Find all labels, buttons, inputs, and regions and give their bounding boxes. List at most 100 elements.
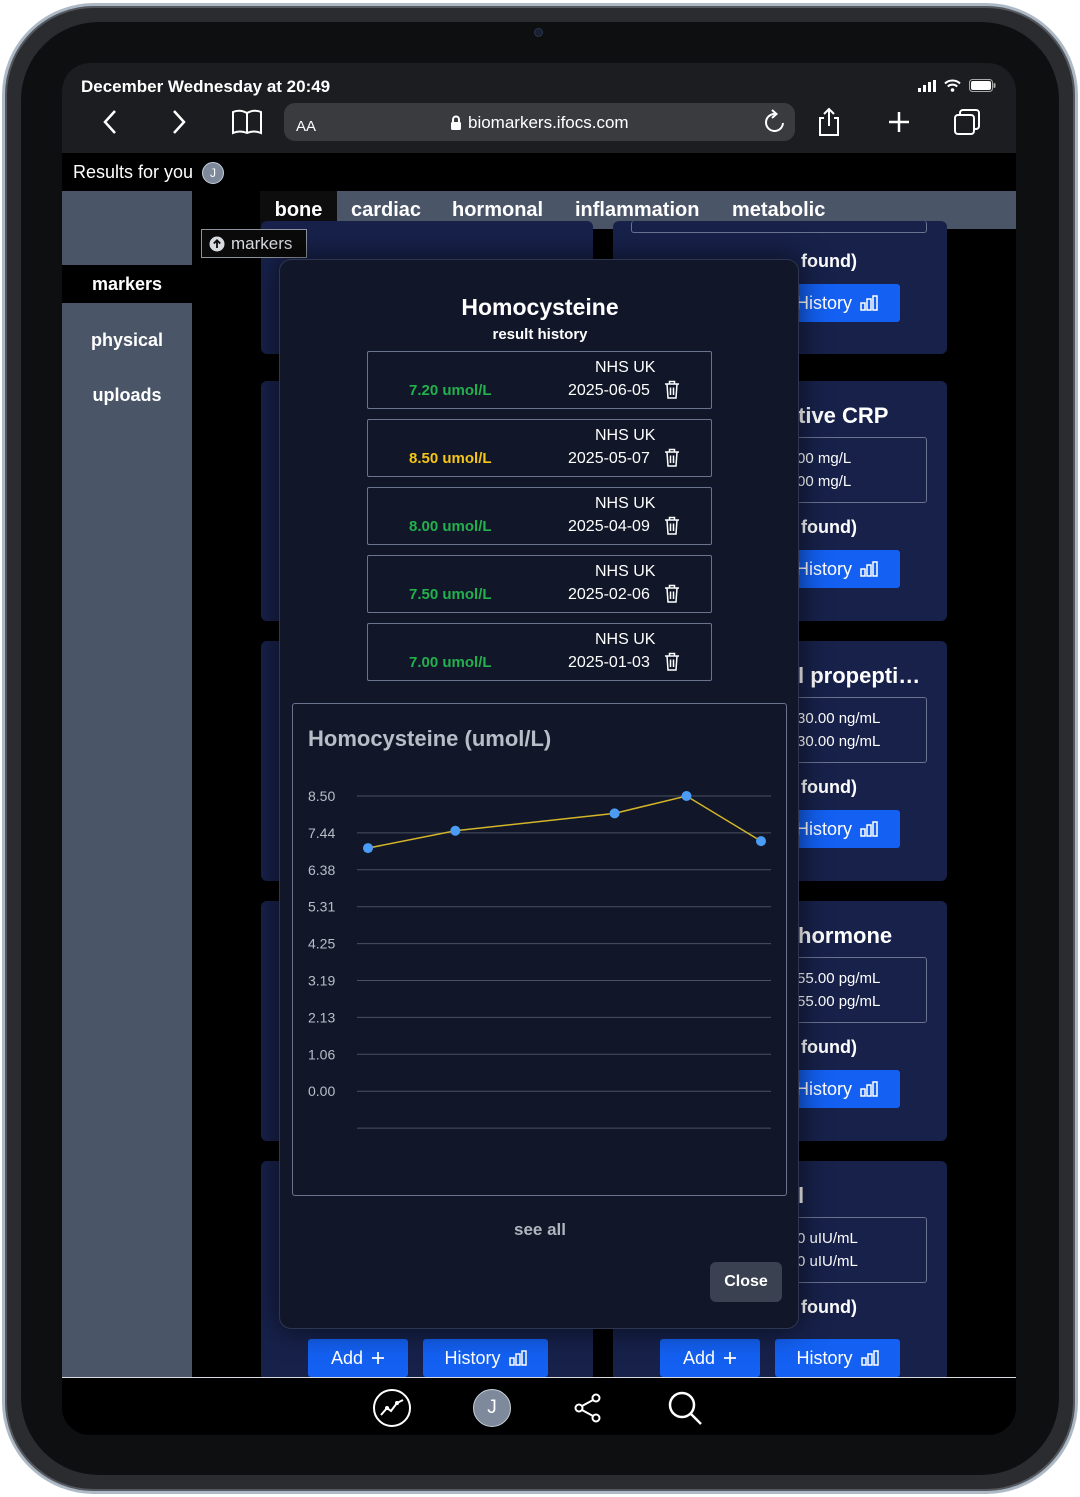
marker-title: tive CRP [798,403,889,428]
profile-button[interactable]: J [472,1388,512,1428]
result-line: 55.00 pg/mL [797,970,881,987]
history-entry: NHS UK 8.00 umol/L 2025-04-09 [367,487,712,545]
marker-title: hormone [798,923,893,948]
close-button[interactable]: Close [710,1262,782,1302]
trash-icon [665,380,679,399]
history-modal: Homocysteine result history NHS UK 7.20 … [279,259,799,1329]
history-label: History [795,818,852,839]
reload-button[interactable] [763,109,787,140]
chevron-right-icon [173,110,186,134]
sidebar: markers physical uploads [62,191,192,1377]
entry-source: NHS UK [595,359,656,376]
data-point[interactable] [681,791,692,801]
y-tick-label: 3.19 [308,973,335,989]
add-button[interactable]: Add [308,1339,408,1377]
y-tick-label: 8.50 [308,788,335,804]
results-header: Results for you J [62,153,1016,191]
bar-chart-icon [860,295,878,311]
delete-entry-button[interactable] [664,516,680,540]
data-point[interactable] [450,825,461,836]
status-time: December Wednesday at 20:49 [81,77,331,96]
y-tick-label: 1.06 [308,1046,335,1062]
history-button[interactable]: History [423,1339,548,1377]
series-line [367,795,762,849]
trash-icon [665,584,679,603]
y-tick-label: 7.44 [308,825,335,841]
see-all-link[interactable]: see all [280,1220,800,1240]
y-tick-label: 0.00 [308,1083,335,1099]
y-tick-label: 4.25 [308,936,335,952]
trends-button[interactable] [372,1388,412,1428]
url-display[interactable]: biomarkers.ifocs.com [450,113,629,133]
bar-chart-icon [860,1081,878,1097]
sidebar-item-physical[interactable]: physical [62,321,192,359]
trash-icon [665,448,679,467]
cellular-signal-icon [918,79,936,92]
markers-scroll-up-button[interactable]: markers [201,229,307,258]
back-button[interactable] [93,105,127,139]
bar-chart-icon [860,1350,879,1366]
history-label: History [795,1078,852,1099]
marker-title: l propepti… [798,663,921,688]
sidebar-item-markers[interactable]: markers [62,265,192,303]
trend-chart-icon [373,1389,411,1427]
delete-entry-button[interactable] [664,584,680,608]
bottom-nav: J [62,1377,1016,1435]
search-button[interactable] [665,1388,705,1428]
history-button[interactable]: History [775,1339,900,1377]
status-icons [918,79,996,92]
delete-entry-button[interactable] [664,448,680,472]
browser-toolbar: AA biomarkers.ifocs.com [62,97,1016,153]
battery-icon [969,79,996,92]
address-bar[interactable]: AA biomarkers.ifocs.com [284,103,795,141]
share-icon [819,107,839,136]
add-label: Add [682,1347,716,1368]
data-point[interactable] [609,808,620,819]
tabs-button[interactable] [950,105,984,139]
entry-date: 2025-02-06 [568,586,650,603]
share-results-button[interactable] [568,1388,608,1428]
trash-icon [665,516,679,535]
reload-icon [765,109,784,132]
trash-icon [665,652,679,671]
entry-value: 7.20 umol/L [409,382,492,399]
share-nodes-icon [574,1393,601,1423]
entry-value: 8.50 umol/L [409,450,492,467]
entry-date: 2025-06-05 [568,382,650,399]
delete-entry-button[interactable] [664,380,680,404]
add-button[interactable]: Add [660,1339,760,1377]
result-box [631,221,927,233]
new-tab-button[interactable] [882,105,916,139]
book-icon [232,109,262,135]
sidebar-item-uploads[interactable]: uploads [62,376,192,414]
found-count: found) [801,1037,857,1057]
entry-value: 7.00 umol/L [409,654,492,671]
forward-button[interactable] [162,105,196,139]
share-button[interactable] [812,105,846,139]
lock-icon [451,115,461,130]
bar-chart-icon [860,821,878,837]
found-count: found) [801,777,857,797]
data-point[interactable] [363,843,373,854]
found-count: found) [801,517,857,537]
y-tick-label: 5.31 [308,899,335,915]
history-entry: NHS UK 7.00 umol/L 2025-01-03 [367,623,712,681]
user-avatar-small[interactable]: J [202,162,224,184]
history-label: History [795,292,852,313]
result-line: 00 mg/L [797,473,852,490]
data-point[interactable] [756,836,766,847]
chart-plot: 8.50 7.44 6.38 5.31 4.25 3.19 2.13 1.06 0.00 [308,788,771,1129]
result-line: 30.00 ng/mL [797,733,881,750]
delete-entry-button[interactable] [664,652,680,676]
entry-date: 2025-01-03 [568,654,650,671]
camera [534,28,543,37]
add-label: Add [330,1347,364,1368]
plus-icon [889,112,909,132]
markers-chip-label: markers [231,233,293,253]
history-entry: NHS UK 7.20 umol/L 2025-06-05 [367,351,712,409]
reader-aa-button[interactable]: AA [296,118,316,135]
bookmarks-button[interactable] [230,105,264,139]
entry-source: NHS UK [595,631,656,648]
results-title: Results for you [73,162,194,182]
entry-source: NHS UK [595,495,656,512]
